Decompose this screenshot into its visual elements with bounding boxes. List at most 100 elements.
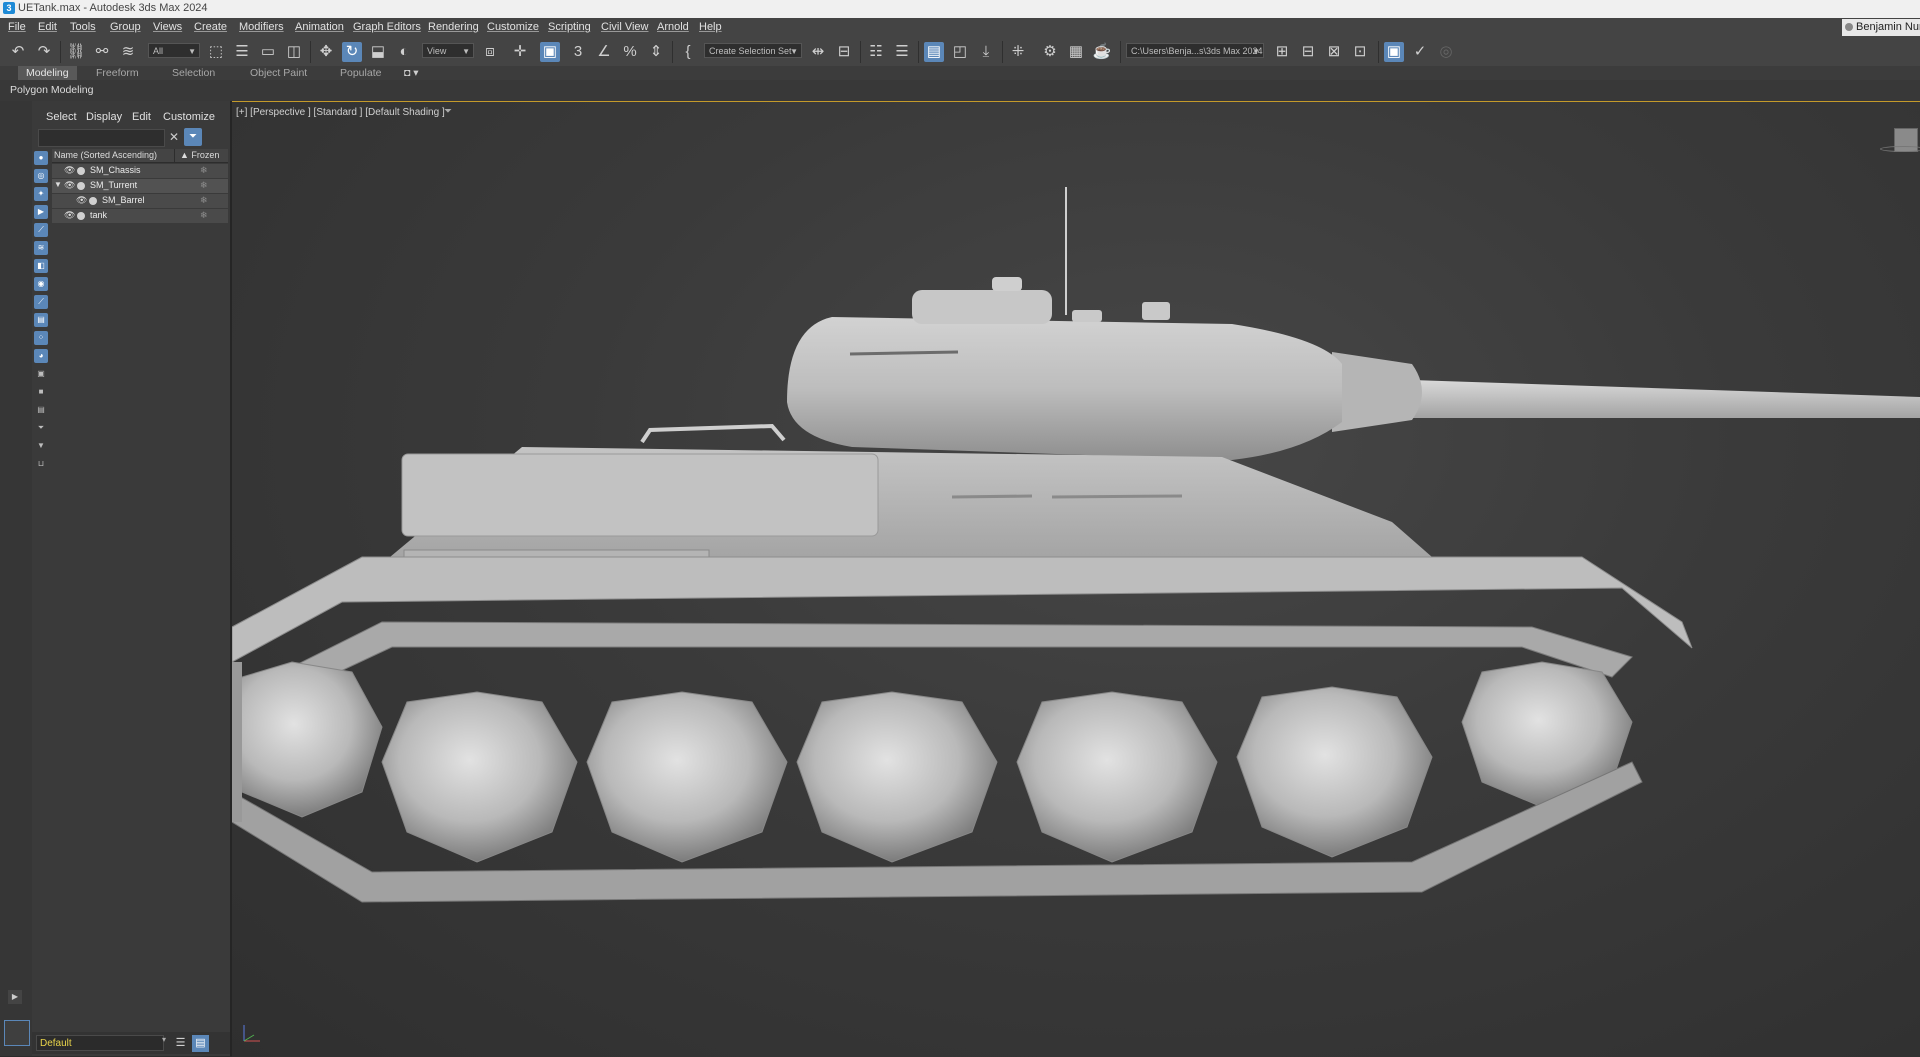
helpers-filter-icon[interactable]: ⟋ bbox=[34, 223, 48, 237]
menu-views[interactable]: Views bbox=[153, 21, 182, 33]
menu-help[interactable]: Help bbox=[699, 21, 722, 33]
viewport-layout-thumbnail[interactable] bbox=[4, 1020, 30, 1046]
percent-snap-icon[interactable]: % bbox=[620, 42, 640, 62]
ribbon-toggle-icon[interactable]: ▤ bbox=[924, 42, 944, 62]
frozen-snowflake-icon[interactable]: ❄ bbox=[200, 180, 208, 191]
select-object-icon[interactable]: ⬚ bbox=[206, 42, 226, 62]
keyboard-shortcut-override-icon[interactable]: ▣ bbox=[540, 42, 560, 62]
sync-icon[interactable]: ◎ bbox=[1436, 42, 1456, 62]
spinner-snap-icon[interactable]: ⇕ bbox=[646, 42, 666, 62]
select-by-name-icon[interactable]: ☰ bbox=[232, 42, 252, 62]
project-folder-icon[interactable]: ⊞ bbox=[1272, 42, 1292, 62]
menu-customize[interactable]: Customize bbox=[487, 21, 539, 33]
ribbon-options-icon[interactable]: ◘ ▾ bbox=[404, 66, 419, 80]
column-frozen-header[interactable]: ▲ Frozen bbox=[180, 150, 219, 160]
schematic-view-icon[interactable]: ⤓ bbox=[976, 42, 996, 62]
containers-filter-icon[interactable]: ▤ bbox=[34, 313, 48, 327]
save-folder-icon[interactable]: ⊠ bbox=[1324, 42, 1344, 62]
space-warps-filter-icon[interactable]: ≋ bbox=[34, 241, 48, 255]
browse-folder-icon[interactable]: ⊡ bbox=[1350, 42, 1370, 62]
menu-tools[interactable]: Tools bbox=[70, 21, 96, 33]
xrefs-filter-icon[interactable]: ◉ bbox=[34, 277, 48, 291]
tab-selection[interactable]: Selection bbox=[172, 66, 215, 80]
tab-modeling[interactable]: Modeling bbox=[18, 66, 77, 80]
redo-icon[interactable]: ↷ bbox=[34, 42, 54, 62]
menu-group[interactable]: Group bbox=[110, 21, 141, 33]
unlink-icon[interactable]: ⚯ bbox=[92, 42, 112, 62]
visibility-eye-icon[interactable]: 👁 bbox=[64, 210, 75, 221]
rendered-frame-window-icon[interactable]: ▦ bbox=[1066, 42, 1086, 62]
menu-modifiers[interactable]: Modifiers bbox=[239, 21, 284, 33]
scale-icon[interactable]: ⬓ bbox=[368, 42, 388, 62]
lights-filter-icon[interactable]: ✦ bbox=[34, 187, 48, 201]
window-crossing-icon[interactable]: ◫ bbox=[284, 42, 304, 62]
menu-arnold[interactable]: Arnold bbox=[657, 21, 689, 33]
menu-graph-editors[interactable]: Graph Editors bbox=[353, 21, 421, 33]
column-name-header[interactable]: Name (Sorted Ascending) bbox=[54, 150, 157, 160]
tree-row[interactable]: ▼ 👁 SM_Turrent ❄ bbox=[52, 179, 228, 193]
angle-snap-icon[interactable]: ∠ bbox=[594, 42, 614, 62]
reference-coordinate-dropdown[interactable]: View ▼ bbox=[422, 43, 474, 58]
scene-search-input[interactable] bbox=[38, 129, 165, 147]
scene-explorer-toggle-icon[interactable]: ☷ bbox=[866, 42, 886, 62]
pivot-center-icon[interactable]: ⧈ bbox=[480, 42, 500, 62]
tab-populate[interactable]: Populate bbox=[340, 66, 381, 80]
menu-scripting[interactable]: Scripting bbox=[548, 21, 591, 33]
funnel-icon[interactable]: ▼ bbox=[34, 439, 48, 453]
scene-explorer-mode-icon[interactable]: ▤ bbox=[192, 1035, 209, 1052]
tree-row[interactable]: 👁 SM_Barrel ❄ bbox=[52, 194, 228, 208]
groups-filter-icon[interactable]: ◧ bbox=[34, 259, 48, 273]
se-menu-select[interactable]: Select bbox=[46, 111, 77, 123]
filter-icon[interactable]: ⏷ bbox=[184, 128, 202, 146]
move-icon[interactable]: ✥ bbox=[316, 42, 336, 62]
user-account-button[interactable]: Benjamin Nun bbox=[1842, 19, 1920, 36]
menu-rendering[interactable]: Rendering bbox=[428, 21, 479, 33]
hidden-filter-icon[interactable]: ■ bbox=[34, 385, 48, 399]
active-layer-dropdown[interactable]: Default bbox=[36, 1035, 164, 1051]
se-menu-display[interactable]: Display bbox=[86, 111, 122, 123]
expand-arrow-icon[interactable]: ▶ bbox=[8, 990, 22, 1004]
open-folder-icon[interactable]: ⊟ bbox=[1298, 42, 1318, 62]
tree-row[interactable]: 👁 SM_Chassis ❄ bbox=[52, 164, 228, 178]
visibility-filter-icon[interactable]: ◕ bbox=[34, 349, 48, 363]
expand-triangle-icon[interactable]: ▼ bbox=[54, 180, 62, 189]
edit-named-selection-icon[interactable]: { bbox=[678, 42, 698, 62]
se-menu-edit[interactable]: Edit bbox=[132, 111, 151, 123]
menu-file[interactable]: File bbox=[8, 21, 26, 33]
shapes-filter-icon[interactable]: ◎ bbox=[34, 169, 48, 183]
render-teapot-icon[interactable]: ☕ bbox=[1092, 42, 1112, 62]
mirror-icon[interactable]: ⇹ bbox=[808, 42, 828, 62]
layers-icon[interactable]: ☰ bbox=[172, 1035, 189, 1052]
project-folder-dropdown[interactable]: C:\Users\Benja...s\3ds Max 2024 ▼ bbox=[1126, 43, 1264, 58]
se-menu-customize[interactable]: Customize bbox=[163, 111, 215, 123]
tree-row[interactable]: 👁 tank ❄ bbox=[52, 209, 228, 223]
tab-freeform[interactable]: Freeform bbox=[96, 66, 139, 80]
curve-editor-icon[interactable]: ◰ bbox=[950, 42, 970, 62]
menu-create[interactable]: Create bbox=[194, 21, 227, 33]
menu-civil-view[interactable]: Civil View bbox=[601, 21, 648, 33]
place-icon[interactable]: ◐ bbox=[394, 42, 414, 62]
list-filter-icon[interactable]: ▤ bbox=[34, 403, 48, 417]
layer-sort-icon[interactable]: ⊔ bbox=[34, 457, 48, 471]
frozen-snowflake-icon[interactable]: ❄ bbox=[200, 195, 208, 206]
menu-animation[interactable]: Animation bbox=[295, 21, 344, 33]
check-icon[interactable]: ✓ bbox=[1410, 42, 1430, 62]
panel-polygon-modeling[interactable]: Polygon Modeling bbox=[10, 84, 93, 96]
snaps-toggle-icon[interactable]: 3 bbox=[568, 42, 588, 62]
undo-icon[interactable]: ↶ bbox=[8, 42, 28, 62]
clear-search-icon[interactable]: ✕ bbox=[166, 129, 182, 145]
menu-edit[interactable]: Edit bbox=[38, 21, 57, 33]
visibility-eye-icon[interactable]: 👁 bbox=[76, 195, 87, 206]
frozen-snowflake-icon[interactable]: ❄ bbox=[200, 210, 208, 221]
frozen-snowflake-icon[interactable]: ❄ bbox=[200, 165, 208, 176]
funnel-all-icon[interactable]: ⏷ bbox=[34, 421, 48, 435]
cameras-filter-icon[interactable]: ▶ bbox=[34, 205, 48, 219]
material-editor-icon[interactable]: ⁜ bbox=[1008, 42, 1028, 62]
link-icon[interactable]: ⛓ bbox=[66, 42, 86, 62]
tab-object-paint[interactable]: Object Paint bbox=[250, 66, 307, 80]
bind-space-warp-icon[interactable]: ≋ bbox=[118, 42, 138, 62]
layer-explorer-icon[interactable]: ☰ bbox=[892, 42, 912, 62]
frozen-filter-icon[interactable]: ▣ bbox=[34, 367, 48, 381]
render-setup-icon[interactable]: ⚙ bbox=[1040, 42, 1060, 62]
selection-filter-dropdown[interactable]: All ▼ bbox=[148, 43, 200, 58]
